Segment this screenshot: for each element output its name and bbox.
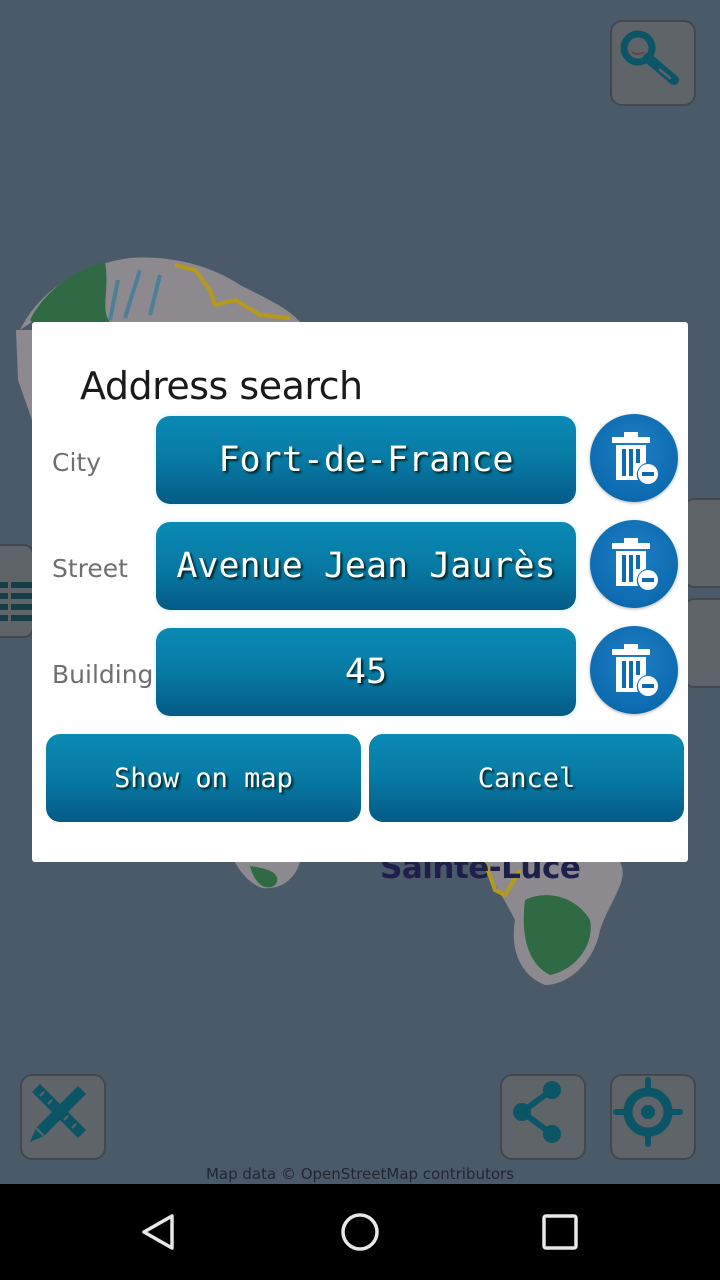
street-label: Street <box>52 554 128 583</box>
city-label: City <box>52 448 101 477</box>
home-circle-icon <box>341 1213 379 1251</box>
clear-city-button[interactable] <box>590 414 678 502</box>
cancel-button[interactable]: Cancel <box>369 734 684 822</box>
clear-building-button[interactable] <box>590 626 678 714</box>
street-field[interactable]: Avenue Jean Jaurès <box>156 522 576 610</box>
trash-minus-icon <box>612 644 658 696</box>
address-search-dialog: Address search City Fort-de-France Stree… <box>32 322 688 862</box>
recents-button[interactable] <box>530 1202 590 1262</box>
building-label: Building <box>52 660 154 689</box>
show-on-map-button[interactable]: Show on map <box>46 734 361 822</box>
dialog-title: Address search <box>80 364 363 408</box>
home-button[interactable] <box>330 1202 390 1262</box>
city-field[interactable]: Fort-de-France <box>156 416 576 504</box>
recents-square-icon <box>542 1214 578 1250</box>
building-field[interactable]: 45 <box>156 628 576 716</box>
back-button[interactable] <box>130 1202 190 1262</box>
clear-street-button[interactable] <box>590 520 678 608</box>
trash-minus-icon <box>612 538 658 590</box>
back-triangle-icon <box>142 1214 174 1250</box>
trash-minus-icon <box>612 432 658 484</box>
system-navigation-bar <box>0 1184 720 1280</box>
